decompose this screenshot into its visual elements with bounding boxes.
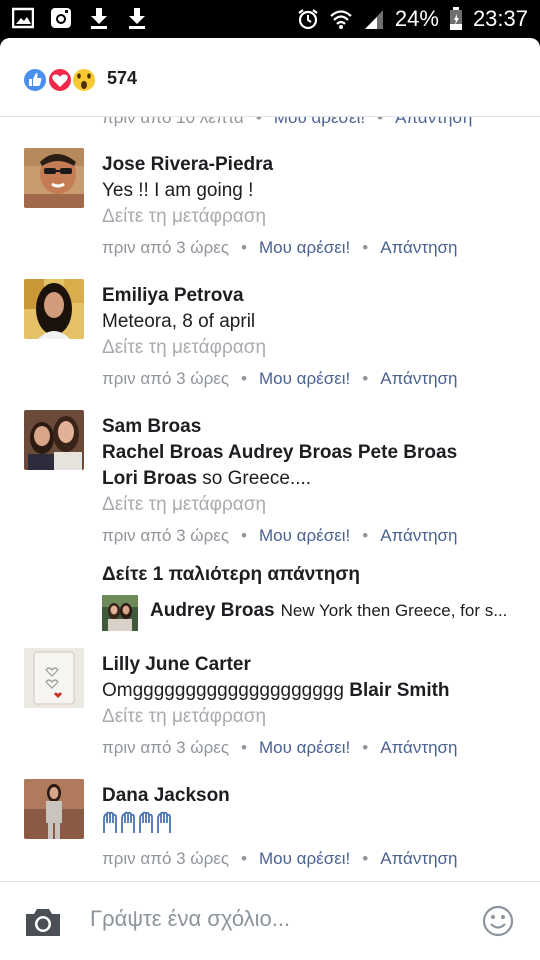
like-button[interactable]: Μου αρέσει! [259,369,350,388]
comment-input[interactable]: Γράψτε ένα σχόλιο... [90,906,290,932]
gallery-icon [12,7,34,29]
see-translation-link[interactable]: Δείτε τη μετάφραση [102,206,266,228]
comments-sheet: πριν από 10 λεπτά • Μου αρέσει! • Απάντηση 5… [0,38,540,960]
tagged-name[interactable]: Lori Broas [102,468,197,489]
see-translation-link[interactable]: Δείτε τη μετάφραση [102,337,266,359]
like-button[interactable]: Μου αρέσει! [259,849,350,868]
tagged-name[interactable]: Blair Smith [349,680,449,701]
reply-text: New York then Greece, for s... [280,601,508,620]
avatar[interactable] [24,279,84,339]
emoji-icon[interactable] [482,905,514,937]
reaction-count: 574 [107,68,138,88]
comment-time: πριν από 3 ώρες [102,238,230,257]
reply-button[interactable]: Απάντηση [380,738,457,757]
comment-emoji: 🙌🙌 [102,811,174,841]
reply-button[interactable]: Απάντηση [380,526,457,545]
commenter-name[interactable]: Emiliya Petrova [102,285,244,307]
reply-button[interactable]: Απάντηση [380,849,457,868]
reactions-header[interactable]: 574 [0,38,540,117]
reply-button[interactable]: Απάντηση [380,369,457,388]
comment-meta: πριν από 3 ώρες • Μου αρέσει! • Απάντηση [102,738,458,757]
love-icon [47,67,73,93]
commenter-name[interactable]: Lilly June Carter [102,654,251,676]
download-icon [91,8,107,29]
alarm-icon [298,9,318,30]
battery-percent: 24% [394,6,439,31]
notification-icons [12,7,148,29]
reply-button[interactable]: Απάντηση [380,238,457,257]
see-translation-link[interactable]: Δείτε τη μετάφραση [102,706,266,728]
status-bar: 24% 23:37 [0,0,540,38]
clock: 23:37 [472,6,528,31]
tagged-names[interactable]: Rachel Broas Audrey Broas Pete Broas [102,442,457,464]
like-button[interactable]: Μου αρέσει! [259,238,350,257]
wow-icon [71,67,97,93]
reply-preview[interactable]: Audrey Broas New York then Greece, for s.… [150,600,518,622]
comment-text: Lori Broas so Greece.... [102,468,312,489]
comment-text: Meteora, 8 of april [102,311,256,332]
reply-author[interactable]: Audrey Broas [150,600,275,621]
comment-meta: πριν από 3 ώρες • Μου αρέσει! • Απάντηση [102,849,458,868]
commenter-name[interactable]: Dana Jackson [102,785,230,807]
comment-text: Omgggggggggggggggggggg Blair Smith [102,680,450,701]
comment-time: πριν από 3 ώρες [102,369,230,388]
comment-meta: πριν από 3 ώρες • Μου αρέσει! • Απάντηση [102,238,458,257]
avatar[interactable] [24,648,84,708]
reaction-icons [22,67,97,93]
comment-time: πριν από 3 ώρες [102,738,230,757]
raising-hands-icon [103,811,171,833]
system-status: 24% 23:37 [297,6,528,32]
avatar[interactable] [24,148,84,208]
view-previous-replies-link[interactable]: Δείτε 1 παλιότερη απάντηση [102,564,360,586]
comment-time: πριν από 3 ώρες [102,849,230,868]
comment-meta: πριν από 3 ώρες • Μου αρέσει! • Απάντηση [102,526,458,545]
camera-icon[interactable] [24,906,62,938]
see-translation-link[interactable]: Δείτε τη μετάφραση [102,494,266,516]
commenter-name[interactable]: Jose Rivera-Piedra [102,154,273,176]
comment-time: πριν από 3 ώρες [102,526,230,545]
download-icon-2 [129,8,145,29]
signal-icon [364,10,383,29]
like-button[interactable]: Μου αρέσει! [259,526,350,545]
wifi-icon [330,10,352,29]
battery-icon [449,7,462,30]
commenter-name[interactable]: Sam Broas [102,416,201,438]
like-button[interactable]: Μου αρέσει! [259,738,350,757]
reply-avatar[interactable] [102,595,138,631]
like-icon [22,67,48,93]
instagram-icon [51,8,71,28]
comment-text: Yes !! I am going ! [102,180,254,201]
avatar[interactable] [24,410,84,470]
comment-meta: πριν από 3 ώρες • Μου αρέσει! • Απάντηση [102,369,458,388]
comment-composer: Γράψτε ένα σχόλιο... [0,881,540,960]
avatar[interactable] [24,779,84,839]
